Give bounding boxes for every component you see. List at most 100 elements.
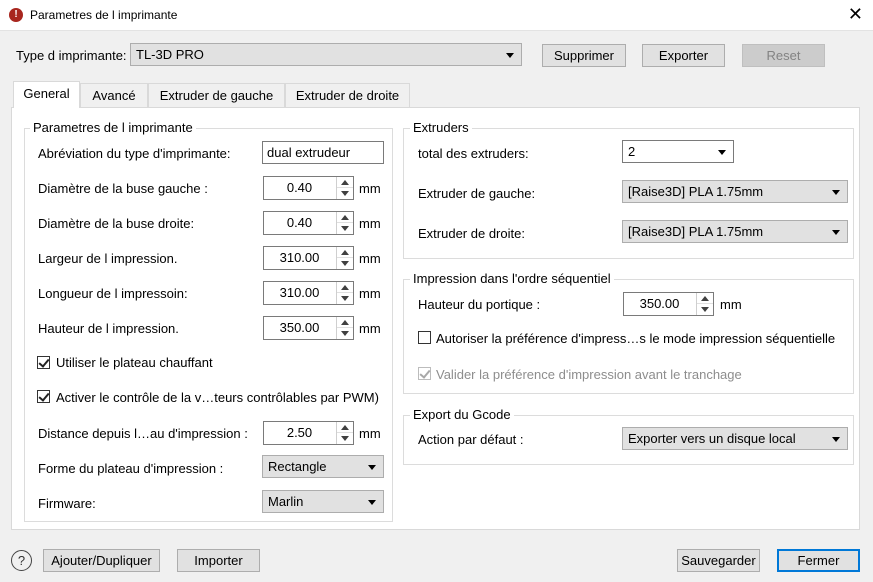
extruder-right-value: [Raise3D] PLA 1.75mm [628, 224, 764, 239]
extruder-right-select[interactable]: [Raise3D] PLA 1.75mm [622, 220, 848, 243]
extruders-title: Extruders [410, 120, 472, 135]
distance-stepper[interactable]: 2.50 [263, 421, 354, 445]
arrow-down-icon [341, 261, 349, 266]
printer-type-value: TL-3D PRO [136, 47, 204, 62]
distance-value: 2.50 [286, 425, 313, 440]
stepper-buttons [336, 247, 353, 269]
unit-label: mm [359, 251, 381, 266]
unit-label: mm [359, 321, 381, 336]
stepper-down-button[interactable] [337, 223, 353, 234]
export-button[interactable]: Exporter [642, 44, 725, 67]
arrow-down-icon [341, 331, 349, 336]
close-icon[interactable]: ✕ [848, 4, 863, 25]
arrow-up-icon [341, 320, 349, 325]
heated-bed-label: Utiliser le plateau chauffant [56, 355, 213, 370]
unit-label: mm [359, 181, 381, 196]
gantry-height-stepper[interactable]: 350.00 [623, 292, 714, 316]
chevron-down-icon [832, 190, 840, 195]
extruder-left-label: Extruder de gauche: [418, 186, 536, 201]
validate-preference-checkbox[interactable] [418, 367, 431, 380]
stepper-down-button[interactable] [337, 328, 353, 339]
tab-extruder-gauche[interactable]: Extruder de gauche [148, 83, 285, 107]
allow-sequential-checkbox[interactable] [418, 331, 431, 344]
stepper-up-button[interactable] [337, 317, 353, 328]
arrow-down-icon [341, 436, 349, 441]
arrow-up-icon [341, 250, 349, 255]
height-value: 350.00 [279, 320, 320, 335]
arrow-up-icon [341, 215, 349, 220]
nozzle-right-stepper[interactable]: 0.40 [263, 211, 354, 235]
heated-bed-checkbox[interactable] [37, 356, 50, 369]
tab-avance[interactable]: Avancé [80, 83, 148, 107]
length-value: 310.00 [279, 285, 320, 300]
validate-preference-label: Valider la préférence d'impression avant… [436, 367, 742, 382]
close-button[interactable]: Fermer [777, 549, 860, 572]
bed-shape-select[interactable]: Rectangle [262, 455, 384, 478]
nozzle-left-stepper[interactable]: 0.40 [263, 176, 354, 200]
abbrev-label: Abréviation du type d'imprimante: [38, 146, 231, 161]
arrow-down-icon [341, 296, 349, 301]
stepper-up-button[interactable] [337, 177, 353, 188]
height-stepper[interactable]: 350.00 [263, 316, 354, 340]
stepper-buttons [336, 177, 353, 199]
add-duplicate-button[interactable]: Ajouter/Dupliquer [43, 549, 160, 572]
printer-type-label: Type d imprimante: [16, 48, 127, 63]
stepper-buttons [336, 422, 353, 444]
chevron-down-icon [832, 437, 840, 442]
printer-type-select[interactable]: TL-3D PRO [130, 43, 522, 66]
gantry-height-label: Hauteur du portique : [418, 297, 541, 312]
stepper-buttons [336, 282, 353, 304]
stepper-up-button[interactable] [337, 422, 353, 433]
length-stepper[interactable]: 310.00 [263, 281, 354, 305]
default-action-value: Exporter vers un disque local [628, 431, 796, 446]
extruder-left-value: [Raise3D] PLA 1.75mm [628, 184, 764, 199]
stepper-up-button[interactable] [337, 282, 353, 293]
stepper-down-button[interactable] [337, 188, 353, 199]
raise3d-logo-icon: ! [9, 8, 23, 22]
stepper-up-button[interactable] [337, 212, 353, 223]
stepper-buttons [336, 212, 353, 234]
tab-extruder-droite[interactable]: Extruder de droite [285, 83, 410, 107]
stepper-down-button[interactable] [697, 304, 713, 315]
extruders-total-select[interactable]: 2 [622, 140, 734, 163]
chevron-down-icon [832, 230, 840, 235]
bed-shape-value: Rectangle [268, 459, 327, 474]
width-value: 310.00 [279, 250, 320, 265]
title-bar: ! Parametres de l imprimante ✕ [0, 0, 873, 31]
reset-button[interactable]: Reset [742, 44, 825, 67]
tab-general[interactable]: General [13, 81, 80, 108]
pwm-checkbox[interactable] [37, 390, 50, 403]
stepper-up-button[interactable] [337, 247, 353, 258]
stepper-down-button[interactable] [337, 293, 353, 304]
arrow-up-icon [701, 296, 709, 301]
default-action-select[interactable]: Exporter vers un disque local [622, 427, 848, 450]
sequential-title: Impression dans l'ordre séquentiel [410, 271, 614, 286]
window-title: Parametres de l imprimante [30, 8, 178, 22]
firmware-select[interactable]: Marlin [262, 490, 384, 513]
delete-button[interactable]: Supprimer [542, 44, 626, 67]
firmware-label: Firmware: [38, 496, 96, 511]
distance-label: Distance depuis l…au d'impression : [38, 426, 248, 441]
stepper-down-button[interactable] [337, 258, 353, 269]
extruder-left-select[interactable]: [Raise3D] PLA 1.75mm [622, 180, 848, 203]
arrow-up-icon [341, 425, 349, 430]
save-button[interactable]: Sauvegarder [677, 549, 760, 572]
printer-params-title: Parametres de l imprimante [30, 120, 196, 135]
stepper-up-button[interactable] [697, 293, 713, 304]
abbrev-input[interactable]: dual extrudeur [262, 141, 384, 164]
chevron-down-icon [368, 465, 376, 470]
bed-shape-label: Forme du plateau d'impression : [38, 461, 224, 476]
unit-label: mm [720, 297, 742, 312]
gcode-export-title: Export du Gcode [410, 407, 514, 422]
unit-label: mm [359, 426, 381, 441]
help-icon[interactable]: ? [11, 550, 32, 571]
arrow-down-icon [341, 191, 349, 196]
stepper-buttons [696, 293, 713, 315]
import-button[interactable]: Importer [177, 549, 260, 572]
stepper-down-button[interactable] [337, 433, 353, 444]
unit-label: mm [359, 216, 381, 231]
nozzle-left-value: 0.40 [286, 180, 313, 195]
gantry-height-value: 350.00 [639, 296, 680, 311]
arrow-down-icon [701, 307, 709, 312]
width-stepper[interactable]: 310.00 [263, 246, 354, 270]
